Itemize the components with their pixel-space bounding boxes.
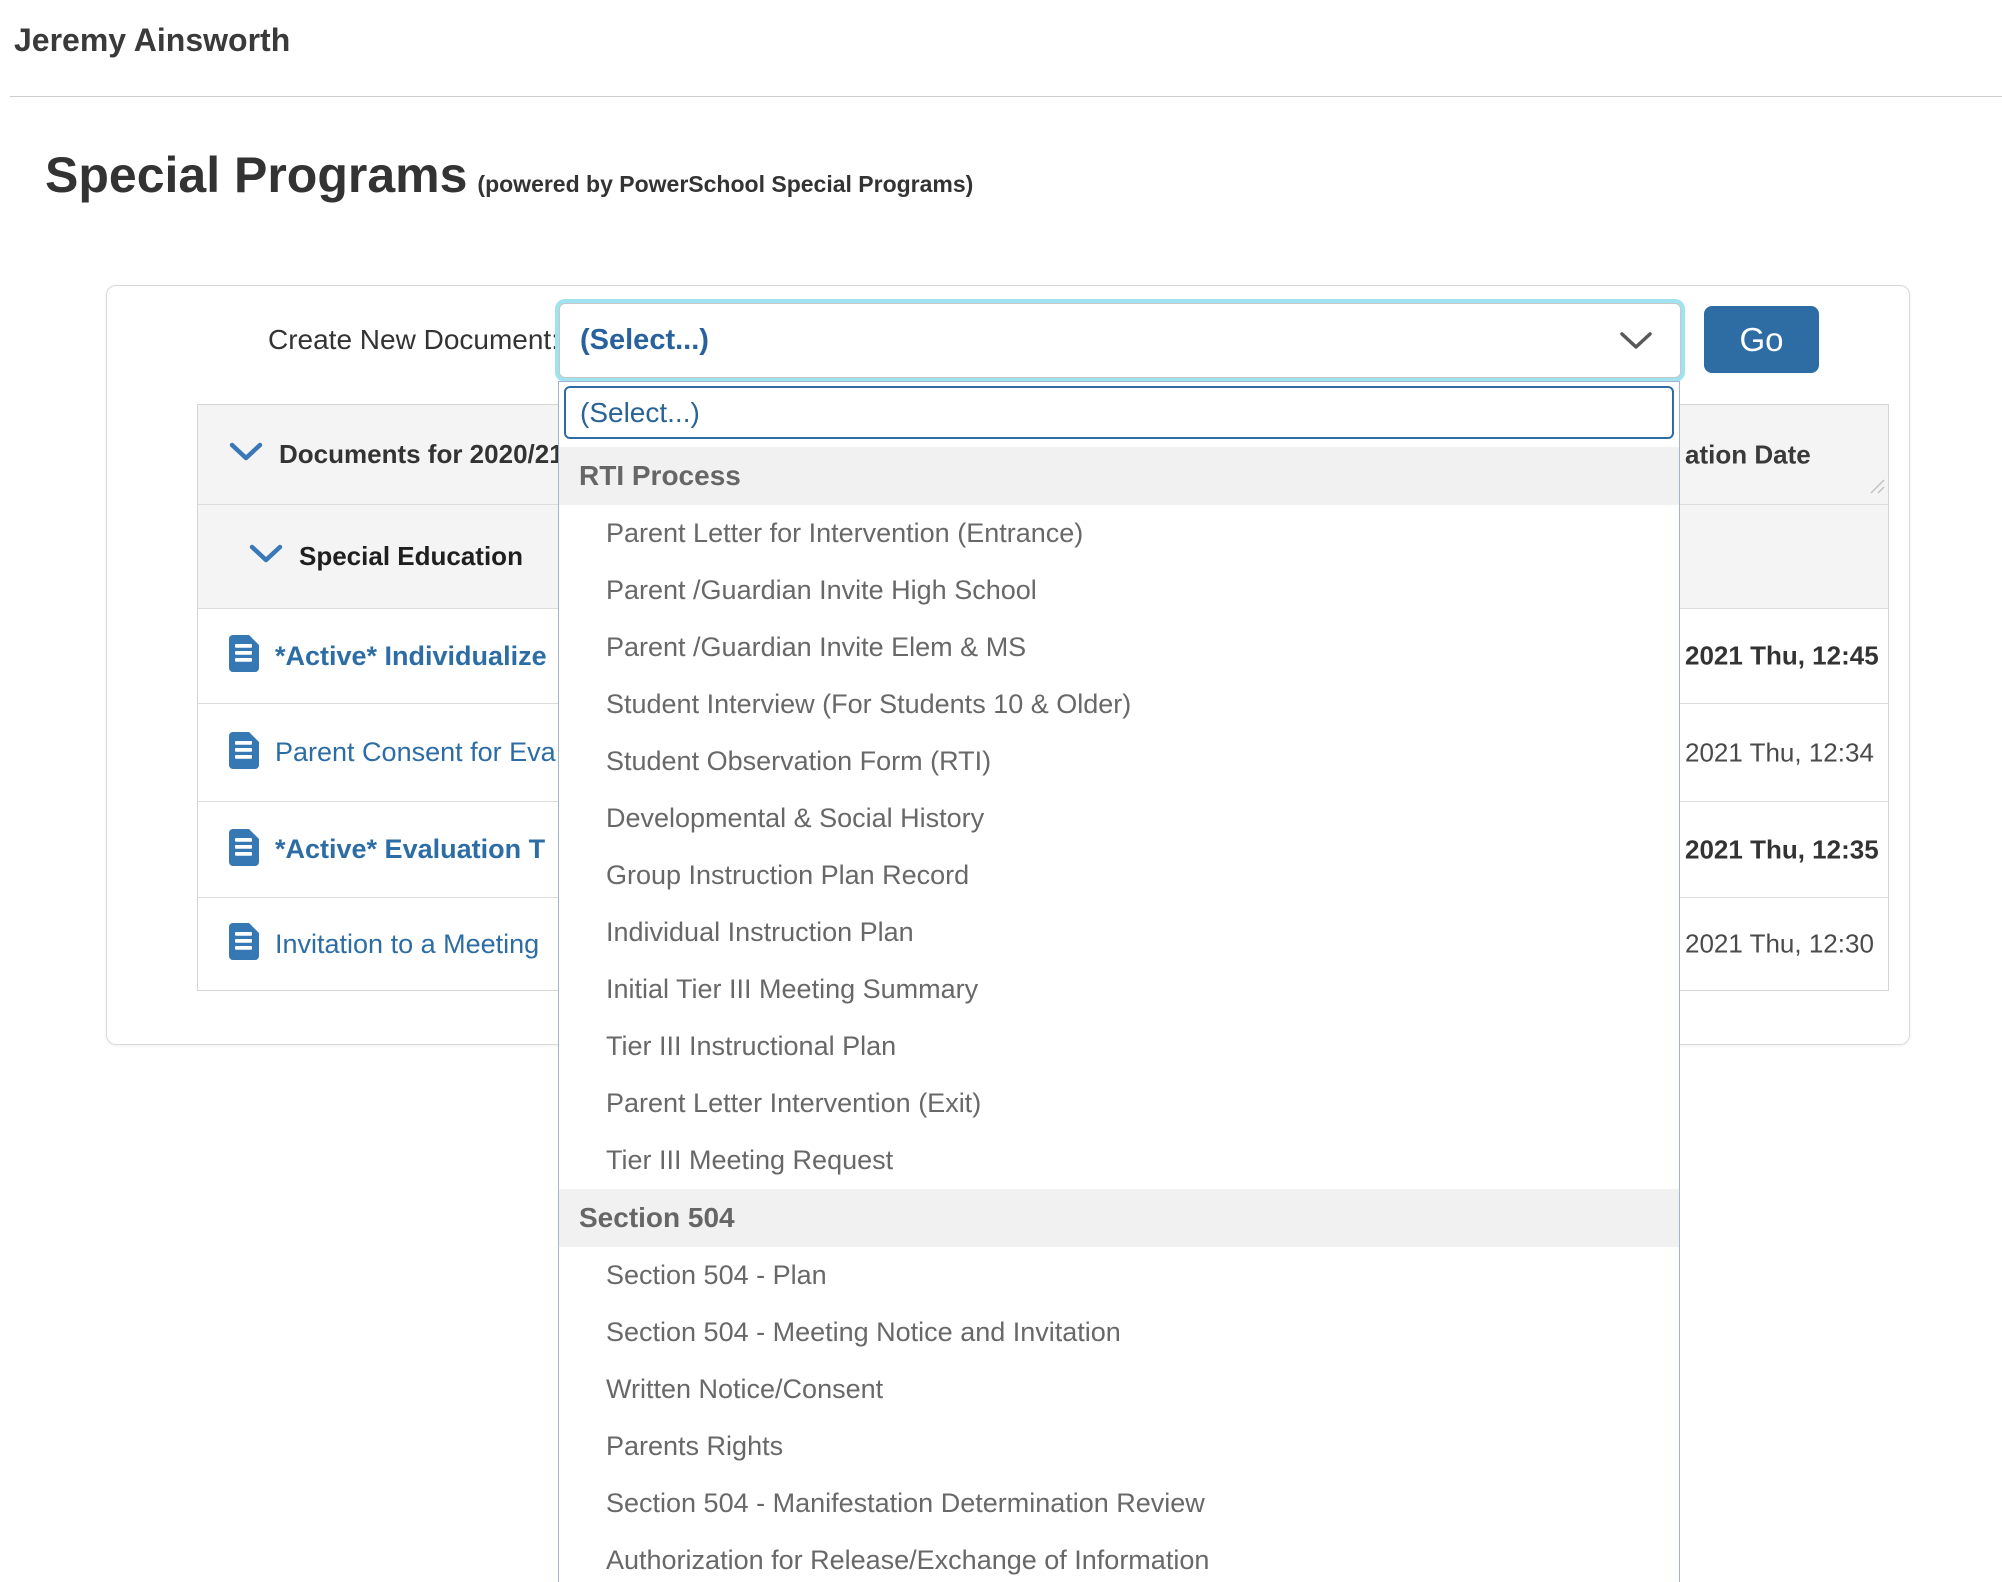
document-date: 2021 Thu, 12:45: [1685, 641, 1879, 672]
page-subtitle: (powered by PowerSchool Special Programs…: [477, 171, 973, 198]
dropdown-option[interactable]: Parent /Guardian Invite High School: [559, 562, 1679, 619]
document-date: 2021 Thu, 12:30: [1685, 929, 1874, 960]
document-date: 2021 Thu, 12:35: [1685, 834, 1879, 865]
dropdown-option-select[interactable]: (Select...): [564, 386, 1674, 439]
student-name: Jeremy Ainsworth: [14, 22, 290, 59]
document-link[interactable]: Parent Consent for Eva: [275, 737, 556, 768]
dropdown-option[interactable]: Section 504 - Plan: [559, 1247, 1679, 1304]
dropdown-option[interactable]: Tier III Instructional Plan: [559, 1018, 1679, 1075]
dropdown-option[interactable]: Group Instruction Plan Record: [559, 847, 1679, 904]
chevron-down-icon[interactable]: [249, 544, 283, 569]
create-new-document-label: Create New Document:: [167, 324, 559, 356]
dropdown-option[interactable]: Parent Letter Intervention (Exit): [559, 1075, 1679, 1132]
dropdown-option[interactable]: Parent Letter for Intervention (Entrance…: [559, 505, 1679, 562]
dropdown-option[interactable]: Individual Instruction Plan: [559, 904, 1679, 961]
dropdown-option[interactable]: Parent /Guardian Invite Elem & MS: [559, 619, 1679, 676]
dropdown-option[interactable]: Authorization for Release/Exchange of In…: [559, 1532, 1679, 1582]
document-date: 2021 Thu, 12:34: [1685, 737, 1874, 768]
dropdown-option[interactable]: Student Observation Form (RTI): [559, 733, 1679, 790]
dropdown-option[interactable]: Student Interview (For Students 10 & Old…: [559, 676, 1679, 733]
document-icon: [229, 732, 259, 774]
resize-grip-icon: [1870, 479, 1885, 499]
dropdown-group-label: RTI Process: [559, 447, 1679, 505]
document-icon: [229, 829, 259, 871]
page: Jeremy Ainsworth Special Programs (power…: [0, 0, 2002, 1582]
documents-year-label: Documents for 2020/21: [279, 439, 564, 470]
document-icon: [229, 635, 259, 677]
date-column-header: ation Date: [1685, 439, 1811, 470]
document-icon: [229, 923, 259, 965]
header-divider: [10, 96, 2002, 97]
document-link[interactable]: *Active* Individualize: [275, 641, 547, 672]
page-heading: Special Programs (powered by PowerSchool…: [45, 146, 973, 204]
dropdown-option[interactable]: Written Notice/Consent: [559, 1361, 1679, 1418]
dropdown-option[interactable]: Parents Rights: [559, 1418, 1679, 1475]
dropdown-option[interactable]: Section 504 - Manifestation Determinatio…: [559, 1475, 1679, 1532]
document-type-dropdown: (Select...) RTI ProcessParent Letter for…: [558, 381, 1680, 1582]
page-title: Special Programs: [45, 146, 467, 204]
dropdown-option[interactable]: Developmental & Social History: [559, 790, 1679, 847]
dropdown-option[interactable]: Section 504 - Meeting Notice and Invitat…: [559, 1304, 1679, 1361]
dropdown-option[interactable]: Initial Tier III Meeting Summary: [559, 961, 1679, 1018]
chevron-down-icon[interactable]: [229, 442, 263, 467]
document-link[interactable]: Invitation to a Meeting: [275, 929, 539, 960]
go-button[interactable]: Go: [1704, 306, 1819, 373]
dropdown-option[interactable]: Tier III Meeting Request: [559, 1132, 1679, 1189]
special-education-label: Special Education: [299, 541, 523, 572]
chevron-down-icon: [1620, 332, 1652, 355]
document-link[interactable]: *Active* Evaluation T: [275, 834, 545, 865]
dropdown-group-label: Section 504: [559, 1189, 1679, 1247]
select-value: (Select...): [580, 324, 709, 357]
create-document-select[interactable]: (Select...): [559, 303, 1681, 378]
